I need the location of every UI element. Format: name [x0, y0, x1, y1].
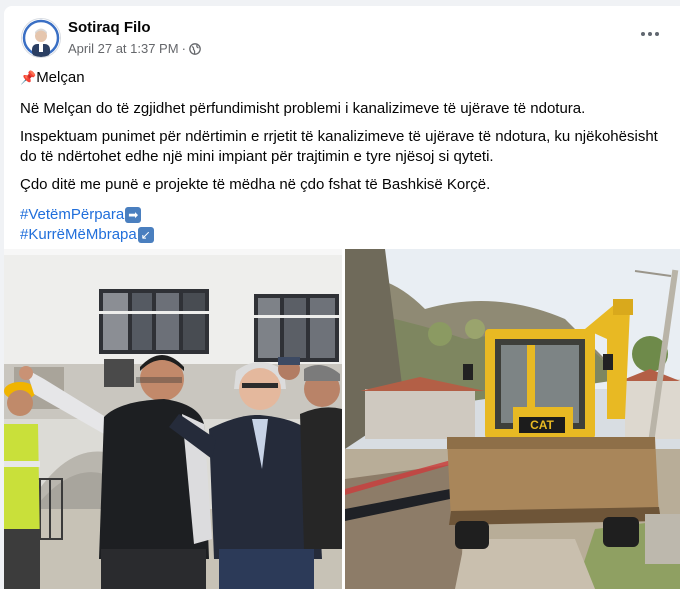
cat-logo-text: CAT: [530, 418, 554, 432]
ellipsis-icon-dot: [641, 32, 645, 36]
post-paragraph: Çdo ditë me punë e projekte të mëdha në …: [20, 176, 491, 193]
post-location: Melçan: [36, 69, 85, 86]
hashtag-line: #KurrëMëMbrapa ↙: [20, 225, 664, 245]
ellipsis-icon-dot: [648, 32, 652, 36]
meta-separator: ·: [181, 41, 186, 56]
down-left-arrow-icon: ↙: [137, 227, 154, 243]
post-paragraph: Në Melçan do të zgjidhet përfundimisht p…: [20, 100, 586, 117]
hashtag-text: #VetëmPërpara: [20, 206, 125, 223]
hashtag-link[interactable]: #VetëmPërpara ➡: [20, 205, 142, 225]
hashtag-text: #KurrëMëMbrapa: [20, 226, 137, 243]
post-location-line: 📌Melçan: [20, 68, 664, 89]
photo-left[interactable]: [4, 249, 342, 589]
post-body: 📌Melçan Në Melçan do të zgjidhet përfund…: [20, 68, 664, 245]
more-options-button[interactable]: [638, 24, 662, 44]
avatar-image: [22, 19, 60, 57]
photo-grid: CAT: [4, 249, 680, 589]
globe-icon: [189, 42, 201, 55]
photo-right[interactable]: CAT: [345, 249, 680, 589]
author-name[interactable]: Sotiraq Filo: [68, 19, 151, 36]
author-avatar[interactable]: [21, 18, 61, 58]
hashtag-link[interactable]: #KurrëMëMbrapa ↙: [20, 225, 154, 245]
hashtag-line: #VetëmPërpara ➡: [20, 205, 664, 225]
post-paragraph: Inspektuam punimet për ndërtimin e rrjet…: [20, 128, 658, 165]
post-timestamp[interactable]: April 27 at 1:37 PM: [68, 41, 179, 56]
pushpin-icon: 📌: [20, 71, 37, 86]
photo-people-inspection: [4, 249, 342, 589]
right-arrow-icon: ➡: [125, 207, 142, 223]
photo-excavator: CAT: [345, 249, 680, 589]
ellipsis-icon-dot: [655, 32, 659, 36]
post-card: Sotiraq Filo April 27 at 1:37 PM · 📌Melç…: [4, 6, 680, 589]
post-meta: April 27 at 1:37 PM ·: [68, 41, 201, 56]
